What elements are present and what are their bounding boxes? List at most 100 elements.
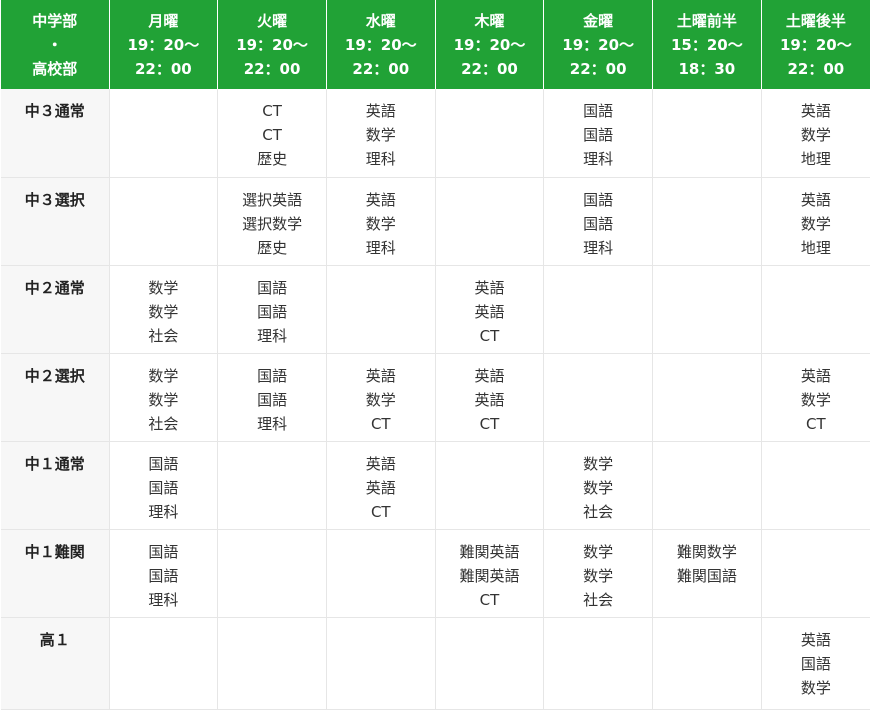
schedule-cell: 国語 国語 理科: [109, 529, 219, 618]
subject: 難関国語: [676, 566, 737, 585]
subject: 国語: [148, 542, 179, 561]
day-header-end: 18：30: [678, 59, 736, 78]
schedule-cell: [435, 89, 545, 178]
table-row: 中１難関 国語 国語 理科 難関英語 難関英語 CT 数学 数学 社会 難関数学 難関国語: [1, 529, 870, 618]
schedule-cell: [543, 265, 654, 354]
day-header: 月曜 19：20〜 22：00: [109, 0, 219, 89]
header-corner-line: 高校部: [32, 59, 78, 78]
subject: CT: [262, 102, 282, 120]
day-header-name: 土曜前半: [676, 11, 737, 30]
schedule-cell: 英語 国語 数学: [761, 617, 870, 710]
schedule-cell: 英語 数学 地理: [761, 177, 870, 266]
subject: 国語: [583, 126, 614, 144]
subject: 数学: [583, 454, 614, 473]
schedule-cell: 英語 数学 CT: [761, 353, 870, 442]
subject: 難関英語: [459, 566, 520, 585]
schedule-cell: 難関英語 難関英語 CT: [435, 529, 545, 618]
subject: 理科: [257, 326, 288, 345]
schedule-cell: 国語 国語 理科: [543, 177, 654, 266]
schedule-cell: [109, 617, 219, 710]
schedule-cell: [326, 529, 436, 618]
subject: 理科: [365, 150, 396, 168]
schedule-cell: 選択英語 選択数学 歴史: [217, 177, 327, 266]
day-header-start: 19：20〜: [562, 35, 635, 54]
schedule-header: 中学部 ・ 高校部 月曜 19：20〜 22：00 火曜 19：20〜 22：00 水曜 19…: [1, 0, 870, 89]
day-header-name: 土曜後半: [785, 11, 846, 30]
schedule-body: 中３通常 CT CT 歴史 英語 数学 理科 国語 国語 理科 英語 数学 地理 中３選択 選択英語 選択数学…: [1, 89, 870, 710]
subject: 英語: [800, 366, 831, 385]
day-header-end: 22：00: [569, 59, 627, 78]
table-row: 中１通常 国語 国語 理科 英語 英語 CT 数学 数学 社会: [1, 441, 870, 530]
subject: 歴史: [257, 150, 288, 168]
subject: 国語: [148, 478, 179, 497]
schedule-cell: [435, 617, 545, 710]
subject: 国語: [257, 278, 288, 297]
subject: 数学: [148, 278, 179, 297]
schedule-cell: 国語 国語 理科: [543, 89, 654, 178]
subject: 数学: [583, 478, 614, 497]
day-header-start: 15：20〜: [671, 35, 743, 54]
row-label: 中２通常: [1, 265, 110, 354]
subject: 理科: [148, 502, 179, 521]
subject: 数学: [148, 390, 179, 409]
schedule-cell: [652, 177, 762, 266]
subject: 国語: [148, 566, 179, 585]
subject: 英語: [474, 366, 505, 385]
subject: 地理: [800, 238, 831, 257]
subject: CT: [370, 414, 391, 433]
schedule-cell: 英語 英語 CT: [435, 265, 545, 354]
subject: CT: [479, 590, 500, 609]
schedule-cell: 国語 国語 理科: [109, 441, 219, 530]
subject: 英語: [800, 102, 831, 120]
subject: 社会: [148, 326, 179, 345]
schedule-cell: [435, 441, 545, 530]
row-label: 高１: [1, 617, 110, 710]
schedule-cell: 数学 数学 社会: [109, 265, 219, 354]
schedule-cell: [435, 177, 545, 266]
header-corner: 中学部 ・ 高校部: [1, 0, 110, 89]
day-header-name: 月曜: [148, 11, 179, 30]
row-label: 中１通常: [1, 441, 110, 530]
schedule-cell: [109, 89, 219, 178]
schedule-cell: 数学 数学 社会: [109, 353, 219, 442]
subject: 国語: [148, 454, 179, 473]
subject: 英語: [474, 278, 505, 297]
subject: 理科: [583, 150, 614, 168]
subject: 国語: [257, 302, 288, 321]
schedule-cell: [652, 441, 762, 530]
subject: 英語: [800, 630, 831, 649]
day-header-start: 19：20〜: [779, 35, 852, 54]
subject: 選択英語: [242, 190, 303, 209]
subject: 国語: [800, 654, 831, 673]
schedule-cell: CT CT 歴史: [217, 89, 327, 178]
subject: 理科: [148, 590, 179, 609]
schedule-cell: [652, 353, 762, 442]
schedule-cell: [543, 353, 654, 442]
subject: 数学: [583, 542, 614, 561]
day-header-start: 19：20〜: [453, 35, 526, 54]
subject: 社会: [583, 590, 614, 609]
row-label: 中２選択: [1, 353, 110, 442]
day-header-name: 水曜: [365, 11, 396, 30]
day-header-name: 金曜: [583, 11, 614, 30]
day-header-end: 22：00: [243, 59, 301, 78]
schedule-cell: 国語 国語 理科: [217, 353, 327, 442]
schedule-cell: 英語 数学 理科: [326, 89, 436, 178]
schedule-cell: [652, 617, 762, 710]
schedule-cell: [543, 617, 654, 710]
schedule-cell: [652, 89, 762, 178]
schedule-cell: 数学 数学 社会: [543, 529, 654, 618]
schedule-cell: [217, 441, 327, 530]
subject: 英語: [800, 190, 831, 209]
schedule-cell: 国語 国語 理科: [217, 265, 327, 354]
subject: 英語: [365, 366, 396, 385]
subject: 社会: [148, 414, 179, 433]
subject: 数学: [365, 214, 396, 233]
schedule-cell: [109, 177, 219, 266]
subject: 数学: [365, 390, 396, 409]
table-row: 中２選択 数学 数学 社会 国語 国語 理科 英語 数学 CT 英語 英語 CT 英語 数学 CT: [1, 353, 870, 442]
subject: 英語: [365, 454, 396, 473]
subject: 数学: [583, 566, 614, 585]
subject: 社会: [583, 502, 614, 521]
subject: CT: [262, 126, 282, 144]
